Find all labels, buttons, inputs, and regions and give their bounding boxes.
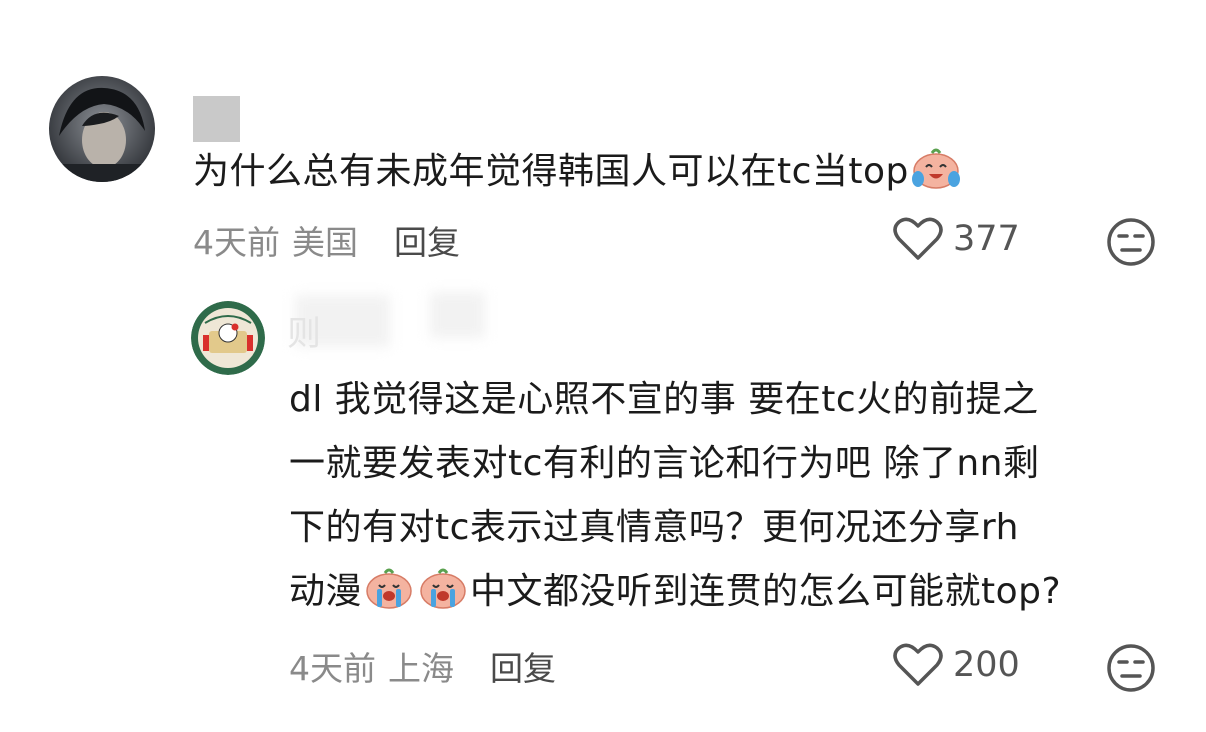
like-count: 200 xyxy=(953,645,1020,685)
avatar[interactable] xyxy=(49,76,155,182)
heart-icon xyxy=(893,643,943,686)
reply-line-4-a: 动漫 xyxy=(289,571,363,612)
reply-meta: 4天前 上海 回复 xyxy=(289,642,556,690)
reply-line-3: 下的有对tc表示过真情意吗？更何况还分享rh xyxy=(289,507,1019,548)
username-redacted[interactable] xyxy=(193,96,240,142)
unamused-face-icon xyxy=(1107,644,1155,692)
unamused-face-icon xyxy=(1107,218,1155,266)
crying-emoji-icon xyxy=(417,565,469,609)
comment-thread: 为什么总有未成年觉得韩国人可以在tc当top 4天前 美国 回复 377 则 d… xyxy=(0,0,1206,732)
next-comment-peek xyxy=(196,726,336,732)
reply-avatar[interactable] xyxy=(191,301,265,375)
username-blurred-2 xyxy=(430,292,485,338)
dislike-button[interactable] xyxy=(1106,217,1156,271)
comment-body: 为什么总有未成年觉得韩国人可以在tc当top xyxy=(193,151,909,192)
reply-text: dl 我觉得这是心照不宣的事 要在tc火的前提之 一就要发表对tc有利的言论和行… xyxy=(289,368,1061,624)
comment-time: 4天前 xyxy=(193,223,280,262)
reply-button[interactable]: 回复 xyxy=(490,642,556,690)
reply-username[interactable]: 则 xyxy=(287,306,321,355)
comment-meta: 4天前 美国 回复 xyxy=(193,216,460,264)
like-button[interactable]: 200 xyxy=(893,642,1020,688)
reply-line-1: dl 我觉得这是心照不宣的事 要在tc火的前提之 xyxy=(289,379,1039,420)
dislike-button[interactable] xyxy=(1106,643,1156,697)
reply-line-4-b: 中文都没听到连贯的怎么可能就top? xyxy=(470,571,1062,612)
crying-laughing-emoji-icon xyxy=(910,145,962,189)
reply-line-2: 一就要发表对tc有利的言论和行为吧 除了nn剩 xyxy=(289,443,1040,484)
like-count: 377 xyxy=(953,219,1020,259)
reply-location: 上海 xyxy=(388,649,454,688)
like-button[interactable]: 377 xyxy=(893,216,1020,262)
crying-emoji-icon xyxy=(363,565,415,609)
heart-icon xyxy=(893,217,943,260)
comment-text: 为什么总有未成年觉得韩国人可以在tc当top xyxy=(193,140,963,204)
reply-button[interactable]: 回复 xyxy=(394,216,460,264)
comment-location: 美国 xyxy=(292,223,358,262)
reply-line-4: 动漫 中文都没听到连贯的怎么可能就top? xyxy=(289,560,1061,624)
reply-time: 4天前 xyxy=(289,649,376,688)
